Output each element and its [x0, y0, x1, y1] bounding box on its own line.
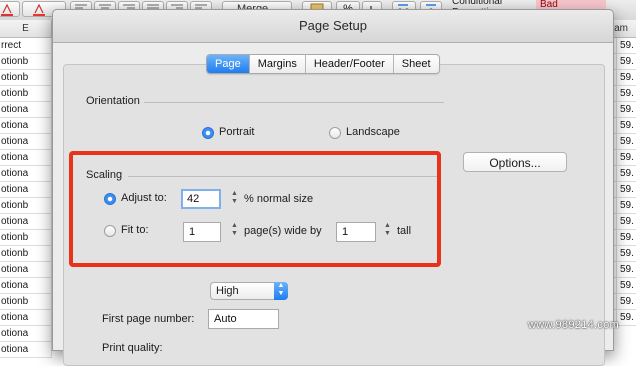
table-cell[interactable]: otiona [0, 310, 52, 326]
font-color-button[interactable] [0, 1, 20, 17]
font-color-icon [1, 3, 13, 16]
table-cell[interactable]: otiona [0, 326, 52, 342]
table-cell[interactable]: 59. [617, 294, 634, 309]
portrait-radio[interactable] [202, 127, 214, 139]
table-cell[interactable]: 59. [617, 230, 634, 245]
spreadsheet-left-column: E rrect otionb otionb otionb otiona otiona oti… [0, 20, 52, 358]
table-cell[interactable]: 59. [617, 262, 634, 277]
table-cell[interactable]: otiona [0, 262, 52, 278]
orientation-divider [144, 102, 444, 103]
tab-header-footer[interactable]: Header/Footer [304, 55, 393, 73]
watermark: www.989214.com [528, 319, 620, 331]
portrait-label[interactable]: Portrait [219, 126, 254, 138]
table-cell[interactable]: otiona [0, 214, 52, 230]
scaling-highlight-box [69, 151, 441, 267]
tab-margins[interactable]: Margins [248, 55, 305, 73]
table-cell[interactable]: 59. [617, 54, 634, 69]
table-cell[interactable]: 59. [617, 134, 634, 149]
options-button[interactable]: Options... [463, 152, 567, 172]
table-cell[interactable]: otiona [0, 342, 52, 358]
first-page-number-input[interactable]: Auto [208, 309, 279, 329]
table-cell[interactable]: otiona [0, 182, 52, 198]
table-cell[interactable]: 59. [617, 118, 634, 133]
table-cell[interactable]: rrect [0, 38, 52, 54]
landscape-label[interactable]: Landscape [346, 126, 400, 138]
table-cell[interactable]: 59. [617, 214, 634, 229]
print-quality-value: High [216, 285, 239, 297]
table-cell[interactable]: 59. [617, 86, 634, 101]
table-cell[interactable]: otiona [0, 150, 52, 166]
table-cell[interactable]: 59. [617, 150, 634, 165]
tab-bar: Page Margins Header/Footer Sheet [206, 54, 440, 74]
table-cell[interactable]: otionb [0, 246, 52, 262]
table-cell[interactable]: otionb [0, 54, 52, 70]
table-cell[interactable]: 59. [617, 310, 634, 325]
print-quality-label: Print quality: [102, 342, 163, 354]
table-cell[interactable]: 59. [617, 166, 634, 181]
table-cell[interactable]: 59. [617, 246, 634, 261]
tab-sheet[interactable]: Sheet [392, 55, 439, 73]
table-cell[interactable]: otionb [0, 294, 52, 310]
tab-page[interactable]: Page [207, 55, 249, 73]
page-setup-dialog: Page Setup Page Margins Header/Footer Sh… [52, 9, 614, 366]
table-cell[interactable]: 59. [617, 198, 634, 213]
table-cell[interactable]: otionb [0, 230, 52, 246]
chevron-up-down-icon: ▲ ▼ [274, 282, 288, 300]
table-cell[interactable]: otionb [0, 86, 52, 102]
print-quality-select[interactable]: High ▲ ▼ [210, 282, 288, 300]
table-cell[interactable]: 59. [617, 70, 634, 85]
dialog-title: Page Setup [299, 18, 367, 33]
table-cell[interactable]: otionb [0, 70, 52, 86]
landscape-radio[interactable] [329, 127, 341, 139]
table-cell[interactable]: 59. [617, 182, 634, 197]
table-cell[interactable]: otiona [0, 278, 52, 294]
table-cell[interactable]: 59. [617, 278, 634, 293]
orientation-heading: Orientation [86, 95, 140, 107]
table-cell[interactable]: 59. [617, 38, 634, 53]
table-cell[interactable]: otionb [0, 198, 52, 214]
table-cell[interactable]: otiona [0, 166, 52, 182]
table-cell[interactable]: otiona [0, 134, 52, 150]
dialog-title-bar: Page Setup [53, 10, 613, 43]
first-page-number-label: First page number: [102, 313, 195, 325]
table-cell[interactable]: otiona [0, 118, 52, 134]
table-cell[interactable]: 59. [617, 102, 634, 117]
table-cell[interactable]: otiona [0, 102, 52, 118]
column-header-e[interactable]: E [0, 20, 52, 38]
